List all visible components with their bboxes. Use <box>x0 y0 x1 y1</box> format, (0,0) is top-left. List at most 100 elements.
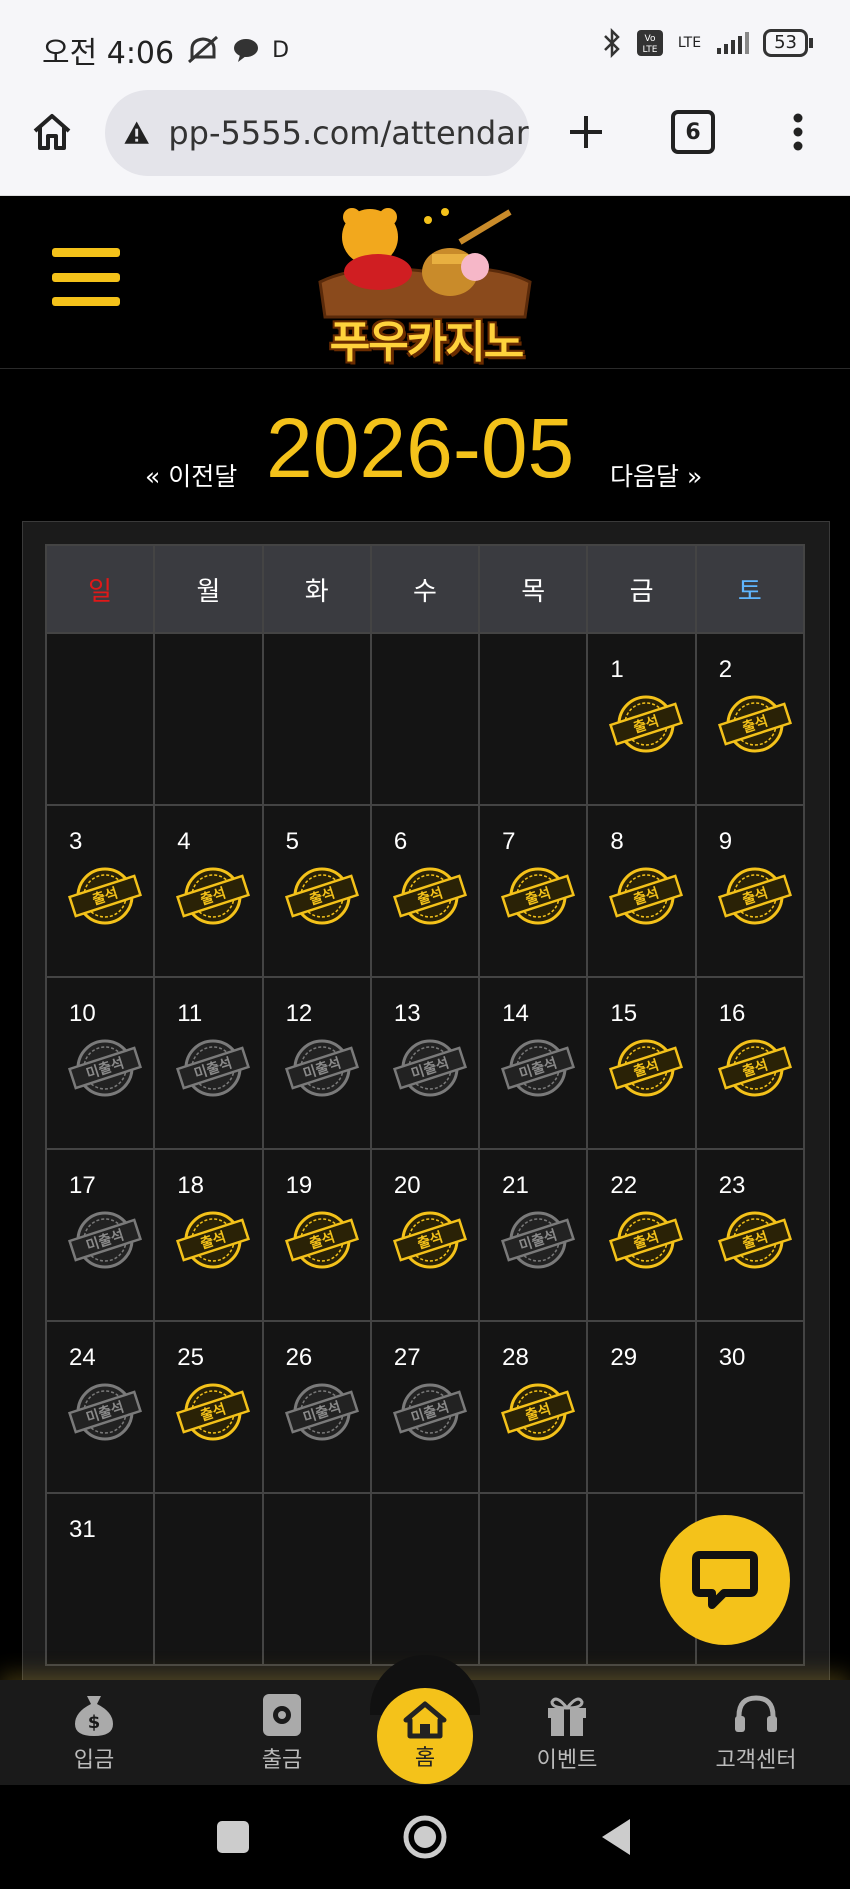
calendar-day-cell: 12 미출석 <box>261 976 372 1150</box>
not-secure-warning-icon <box>124 121 149 144</box>
calendar-day-cell: 25 출석 <box>153 1320 264 1494</box>
day-number: 6 <box>393 828 408 855</box>
calendar-day-cell: 8 출석 <box>586 804 697 978</box>
nav-deposit[interactable]: $ 입금 <box>24 1680 164 1785</box>
logo-text: 푸우카지노 <box>329 317 524 368</box>
bluetooth-icon <box>603 28 620 58</box>
month-title: 2026-05 <box>266 401 575 495</box>
day-number: 24 <box>69 1344 96 1371</box>
calendar-day-cell: 18 출석 <box>153 1148 264 1322</box>
calendar-empty-cell <box>261 1492 372 1666</box>
system-navigation-bar <box>0 1785 850 1889</box>
weekday-wed: 수 <box>369 544 481 634</box>
calendar-day-cell: 4 출석 <box>153 804 264 978</box>
weekday-tue: 화 <box>261 544 372 634</box>
chat-button[interactable] <box>660 1515 790 1645</box>
browser-menu-button[interactable] <box>768 102 828 162</box>
calendar-day-cell: 2 출석 <box>694 632 806 806</box>
day-number: 15 <box>610 1000 638 1027</box>
day-number: 1 <box>610 656 624 683</box>
calendar-empty-cell <box>478 1492 589 1666</box>
day-number: 22 <box>610 1172 638 1199</box>
calendar-day-cell: 29 <box>586 1320 697 1494</box>
calendar-empty-cell <box>369 632 481 806</box>
plus-icon <box>570 116 602 148</box>
nav-event[interactable]: 이벤트 <box>497 1680 637 1785</box>
svg-text:LTE: LTE <box>642 45 657 55</box>
home-circle-icon[interactable] <box>402 1814 448 1860</box>
url-text: pp-5555.com/attendar <box>168 114 529 152</box>
calendar-week-row: 3 출석 4 출석 5 출석 6 출석 7 출석 8 출석 9 출석 <box>44 804 806 978</box>
calendar-day-cell: 21 미출석 <box>478 1148 589 1322</box>
next-month-link[interactable]: 다음달 » <box>610 457 702 493</box>
weekday-header-row: 일 월 화 수 목 금 토 <box>44 544 806 634</box>
day-number: 10 <box>69 1000 96 1027</box>
svg-text:$: $ <box>88 1712 101 1733</box>
day-number: 31 <box>69 1516 96 1543</box>
address-bar[interactable]: pp-5555.com/attendar <box>105 90 529 176</box>
day-number: 30 <box>718 1344 746 1371</box>
weekday-fri: 금 <box>586 544 697 634</box>
day-number: 17 <box>69 1172 96 1199</box>
day-number: 4 <box>177 828 191 855</box>
weekday-thu: 목 <box>478 544 589 634</box>
tab-switcher-button[interactable]: 6 <box>663 102 723 162</box>
nav-support[interactable]: 고객센터 <box>686 1680 826 1785</box>
calendar-body: 1 출석 2 출석 3 출석 4 출석 5 출석 6 출석 7 출석 8 출석 9 출석 10 미출석 11 미출석 12 미… <box>44 632 806 1666</box>
mute-icon <box>188 35 219 64</box>
volte-icon: VoLTE <box>636 30 663 56</box>
status-time: 오전 4:06 <box>42 36 175 71</box>
back-icon[interactable] <box>598 1817 634 1857</box>
calendar-day-cell: 23 출석 <box>694 1148 806 1322</box>
status-bar: 오전 4:06 D Vo LTE LTE 53 <box>0 0 850 90</box>
menu-bar-icon <box>52 248 120 257</box>
signal-icon <box>717 32 750 54</box>
calendar-empty-cell <box>261 632 372 806</box>
site-logo[interactable]: 푸우카지노 <box>300 202 550 368</box>
headset-icon <box>735 1695 777 1732</box>
chat-bubble-icon <box>692 1551 758 1609</box>
day-number: 20 <box>393 1172 421 1199</box>
battery-level: 53 <box>763 29 813 57</box>
menu-bar-icon <box>52 297 120 306</box>
day-number: 14 <box>502 1000 529 1027</box>
calendar-day-cell: 26 미출석 <box>261 1320 372 1494</box>
nav-support-label: 고객센터 <box>715 1748 797 1773</box>
calendar-day-cell: 31 <box>44 1492 156 1666</box>
calendar-day-cell: 6 출석 <box>369 804 481 978</box>
calendar-day-cell: 10 미출석 <box>44 976 156 1150</box>
nav-withdraw[interactable]: 출금 <box>212 1680 352 1785</box>
new-tab-button[interactable] <box>556 102 616 162</box>
day-number: 27 <box>393 1344 421 1371</box>
day-number: 11 <box>177 1000 203 1027</box>
day-number: 7 <box>502 828 516 855</box>
day-number: 3 <box>69 828 83 855</box>
calendar-day-cell: 13 미출석 <box>369 976 481 1150</box>
status-extra: D <box>272 37 290 63</box>
day-number: 2 <box>718 656 733 683</box>
calendar-day-cell: 14 미출석 <box>478 976 589 1150</box>
day-number: 29 <box>610 1344 638 1371</box>
weekday-sun: 일 <box>44 544 156 634</box>
home-icon <box>33 114 71 150</box>
calendar-day-cell: 1 출석 <box>586 632 697 806</box>
calendar-day-cell: 16 출석 <box>694 976 806 1150</box>
gift-icon <box>548 1697 586 1736</box>
day-number: 16 <box>718 1000 746 1027</box>
day-number: 8 <box>610 828 624 855</box>
recents-icon[interactable] <box>215 1819 251 1855</box>
calendar-empty-cell <box>153 1492 264 1666</box>
calendar-day-cell: 15 출석 <box>586 976 697 1150</box>
calendar-empty-cell <box>478 632 589 806</box>
money-bag-icon: $ <box>75 1696 113 1736</box>
prev-month-link[interactable]: « 이전달 <box>145 457 237 493</box>
day-number: 19 <box>285 1172 313 1199</box>
nav-home[interactable]: 홈 <box>377 1688 473 1784</box>
chat-notification-icon <box>234 39 259 62</box>
calendar-day-cell: 30 <box>694 1320 806 1494</box>
menu-button[interactable] <box>52 248 120 306</box>
browser-home-button[interactable] <box>22 102 82 162</box>
day-number: 5 <box>285 828 299 855</box>
home-icon <box>403 1701 447 1739</box>
calendar-day-cell: 28 출석 <box>478 1320 589 1494</box>
